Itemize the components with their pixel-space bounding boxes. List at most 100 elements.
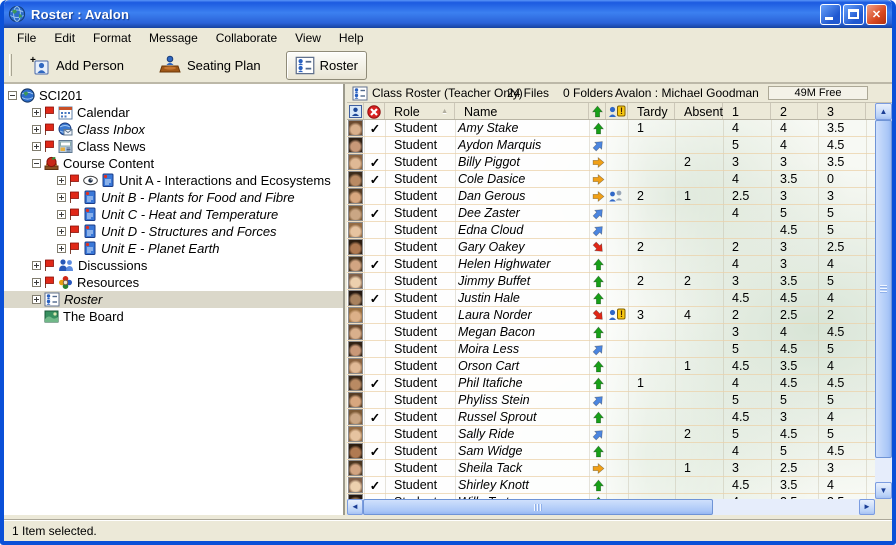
table-row-megan-bacon[interactable]: StudentMegan Bacon344.5	[347, 324, 875, 341]
table-row-dan-gerous[interactable]: StudentDan Gerous212.533	[347, 188, 875, 205]
tree-item-discussions[interactable]: Discussions	[4, 257, 343, 274]
menu-message[interactable]: Message	[140, 29, 207, 48]
table-row-billy-piggot[interactable]: ✓StudentBilly Piggot2333.5	[347, 154, 875, 171]
globe-icon	[20, 88, 35, 103]
table-row-jimmy-buffet[interactable]: StudentJimmy Buffet2233.55	[347, 273, 875, 290]
column-header-name[interactable]: Name	[455, 103, 589, 120]
horizontal-scroll-thumb[interactable]	[363, 499, 713, 515]
minimize-button[interactable]	[820, 4, 841, 25]
table-row-shirley-knott[interactable]: ✓StudentShirley Knott4.53.54	[347, 477, 875, 494]
table-row-edna-cloud[interactable]: StudentEdna Cloud4.55	[347, 222, 875, 239]
collapse-toggle[interactable]	[8, 91, 17, 100]
table-row-laura-norder[interactable]: StudentLaura Norder!3422.52	[347, 307, 875, 324]
unread-flag-icon	[44, 259, 55, 272]
grade-2-cell: 3	[780, 409, 787, 425]
table-row-amy-stake[interactable]: ✓StudentAmy Stake1443.5	[347, 120, 875, 137]
column-header-trend[interactable]	[589, 103, 606, 120]
titlebar[interactable]: Roster : Avalon ✕	[4, 0, 892, 28]
roster-button[interactable]: Roster	[286, 51, 367, 80]
table-row-sam-widge[interactable]: ✓StudentSam Widge454.5	[347, 443, 875, 460]
expand-toggle[interactable]	[57, 210, 66, 219]
tree-item-resources[interactable]: Resources	[4, 274, 343, 291]
grade-3-cell: 4	[827, 358, 834, 374]
table-row-phyliss-stein[interactable]: StudentPhyliss Stein555	[347, 392, 875, 409]
column-header-4[interactable]: 4	[866, 103, 875, 120]
table-row-aydon-marquis[interactable]: StudentAydon Marquis544.5	[347, 137, 875, 154]
tree-item-unit-e-planet-earth[interactable]: Unit E - Planet Earth	[4, 240, 343, 257]
table-row-moira-less[interactable]: StudentMoira Less54.55	[347, 341, 875, 358]
tree-item-unit-c-heat-and-temperature[interactable]: Unit C - Heat and Temperature	[4, 206, 343, 223]
toolbar-grip[interactable]	[9, 54, 12, 76]
horizontal-scrollbar[interactable]: ◄ ►	[347, 499, 875, 515]
student-photo	[348, 154, 363, 170]
table-row-sheila-tack[interactable]: StudentSheila Tack132.53	[347, 460, 875, 477]
role-cell: Student	[394, 426, 437, 442]
tree-item-unit-d-structures-and-forces[interactable]: Unit D - Structures and Forces	[4, 223, 343, 240]
expand-toggle[interactable]	[32, 261, 41, 270]
tree-item-calendar[interactable]: Calendar	[4, 104, 343, 121]
menu-view[interactable]: View	[286, 29, 330, 48]
grade-1-cell: 4.5	[732, 358, 749, 374]
table-row-helen-highwater[interactable]: ✓StudentHelen Highwater434	[347, 256, 875, 273]
expand-toggle[interactable]	[32, 278, 41, 287]
menu-edit[interactable]: Edit	[45, 29, 84, 48]
table-row-sally-ride[interactable]: StudentSally Ride254.55	[347, 426, 875, 443]
table-row-orson-cart[interactable]: StudentOrson Cart14.53.54	[347, 358, 875, 375]
table-row-dee-zaster[interactable]: ✓StudentDee Zaster455	[347, 205, 875, 222]
add-person-button[interactable]: +Add Person	[20, 50, 133, 80]
name-cell: Sheila Tack	[458, 460, 522, 476]
tree-item-unit-b-plants-for-food-and-fibre[interactable]: Unit B - Plants for Food and Fibre	[4, 189, 343, 206]
tree-item-the-board[interactable]: The Board	[4, 308, 343, 325]
column-header-1[interactable]: 1	[723, 103, 771, 120]
tree-item-course-content[interactable]: Course Content	[4, 155, 343, 172]
column-header-photo[interactable]	[347, 103, 364, 120]
tree-item-unit-a-interactions-and-ecosystems[interactable]: Unit A - Interactions and Ecosystems	[4, 172, 343, 189]
table-row-phil-itafiche[interactable]: ✓StudentPhil Itafiche144.54.5	[347, 375, 875, 392]
table-row-cole-dasice[interactable]: ✓StudentCole Dasice43.50	[347, 171, 875, 188]
column-header-2[interactable]: 2	[771, 103, 818, 120]
close-button[interactable]: ✕	[866, 4, 887, 25]
column-header-tardy[interactable]: Tardy	[628, 103, 675, 120]
tree-item-class-inbox[interactable]: Class Inbox	[4, 121, 343, 138]
menu-file[interactable]: File	[8, 29, 45, 48]
scroll-down-button[interactable]: ▼	[875, 482, 892, 499]
expand-toggle[interactable]	[57, 227, 66, 236]
seating-plan-button[interactable]: Seating Plan	[149, 50, 270, 80]
menu-format[interactable]: Format	[84, 29, 140, 48]
table-row-gary-oakey[interactable]: StudentGary Oakey2232.5	[347, 239, 875, 256]
expand-toggle[interactable]	[32, 295, 41, 304]
scroll-up-button[interactable]: ▲	[875, 103, 892, 120]
menu-help[interactable]: Help	[330, 29, 373, 48]
column-header-alert[interactable]: !	[606, 103, 628, 120]
expand-toggle[interactable]	[32, 108, 41, 117]
table-row-justin-hale[interactable]: ✓StudentJustin Hale4.54.54	[347, 290, 875, 307]
expand-toggle[interactable]	[32, 125, 41, 134]
scroll-right-button[interactable]: ►	[859, 499, 875, 515]
column-header-absent[interactable]: Absent	[675, 103, 723, 120]
column-header-role[interactable]: Role▲	[385, 103, 455, 120]
scroll-left-button[interactable]: ◄	[347, 499, 363, 515]
expand-toggle[interactable]	[32, 142, 41, 151]
student-photo	[348, 222, 363, 238]
table-row-russel-sprout[interactable]: ✓StudentRussel Sprout4.534	[347, 409, 875, 426]
grade-1-cell: 3	[732, 324, 739, 340]
unit-icon	[101, 173, 115, 188]
vertical-scroll-thumb[interactable]	[875, 120, 892, 458]
maximize-button[interactable]	[843, 4, 864, 25]
grade-3-cell: 4	[827, 256, 834, 272]
tree-item-roster[interactable]: Roster	[4, 291, 343, 308]
add-person-icon: +	[29, 55, 51, 75]
expand-toggle[interactable]	[57, 176, 66, 185]
vertical-scrollbar[interactable]: ▲ ▼	[875, 103, 892, 499]
collapse-toggle[interactable]	[32, 159, 41, 168]
expand-toggle[interactable]	[57, 193, 66, 202]
grade-3-cell: 5	[827, 205, 834, 221]
tree-item-class-news[interactable]: Class News	[4, 138, 343, 155]
tree-item-sci201[interactable]: SCI201	[4, 87, 343, 104]
menu-collaborate[interactable]: Collaborate	[207, 29, 286, 48]
column-header-3[interactable]: 3	[818, 103, 866, 120]
column-header-exclude[interactable]	[364, 103, 385, 120]
expand-toggle[interactable]	[57, 244, 66, 253]
role-cell: Student	[394, 222, 437, 238]
resources-icon	[58, 275, 73, 290]
